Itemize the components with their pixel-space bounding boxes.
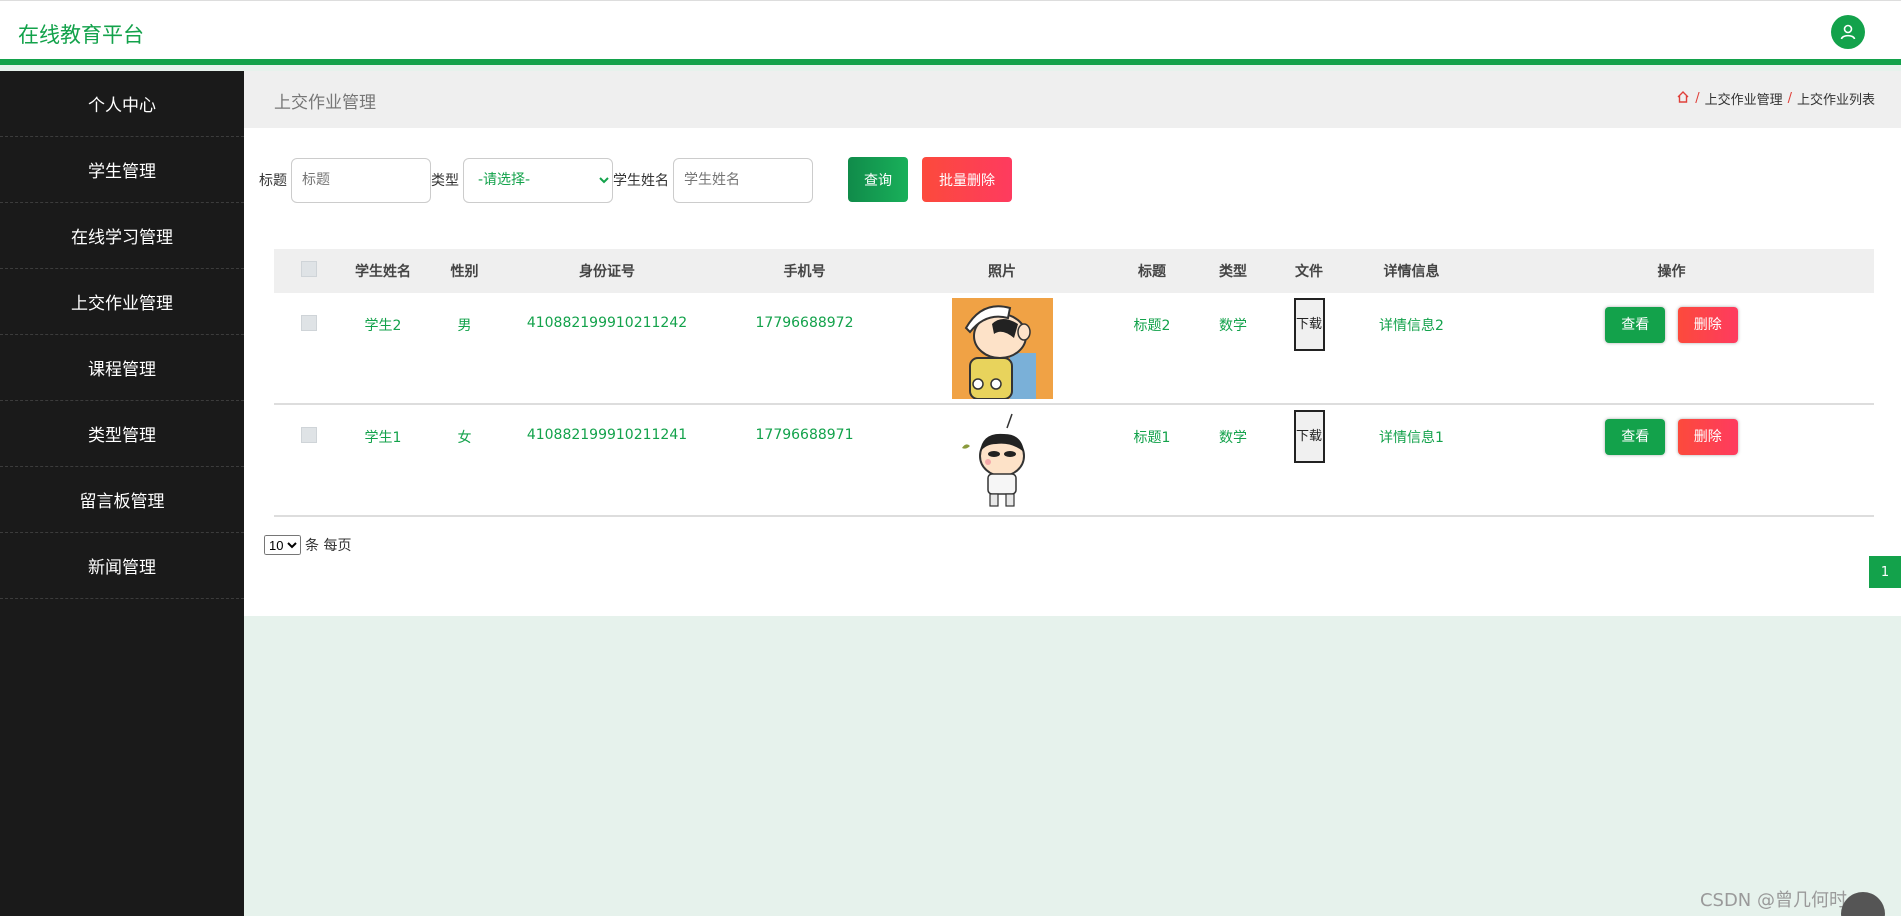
sidebar-item-message-board[interactable]: 留言板管理 bbox=[0, 467, 244, 533]
title-search-input[interactable] bbox=[291, 157, 431, 203]
cell-title: 标题1 bbox=[1133, 430, 1171, 446]
main-content: 上交作业管理 / 上交作业管理 / 上交作业列表 标题 类型 -请选择- 学生姓… bbox=[244, 71, 1901, 616]
cell-detail: 详情信息2 bbox=[1379, 318, 1444, 334]
view-button[interactable]: 查看 bbox=[1605, 419, 1666, 455]
table-row: 学生2 男 410882199910211242 17796688972 标题2… bbox=[274, 293, 1874, 404]
pagination-page-1[interactable]: 1 bbox=[1869, 556, 1901, 588]
title-label: 标题 bbox=[259, 173, 287, 189]
cell-detail: 详情信息1 bbox=[1379, 430, 1444, 446]
student-photo bbox=[951, 410, 1053, 511]
breadcrumb-separator: / bbox=[1695, 91, 1700, 106]
table-row: 学生1 女 410882199910211241 17796688971 标题1… bbox=[274, 404, 1874, 516]
download-button[interactable]: 下载 bbox=[1293, 298, 1325, 351]
column-header-detail: 详情信息 bbox=[1383, 264, 1440, 280]
select-all-checkbox[interactable] bbox=[301, 261, 317, 277]
table-header-row: 学生姓名 性别 身份证号 手机号 照片 标题 类型 文件 详情信息 操作 bbox=[274, 249, 1874, 293]
cell-student-name: 学生1 bbox=[364, 430, 402, 446]
batch-delete-button[interactable]: 批量删除 bbox=[922, 157, 1012, 202]
column-header-type: 类型 bbox=[1219, 264, 1247, 280]
delete-button[interactable]: 删除 bbox=[1677, 419, 1738, 455]
student-name-label: 学生姓名 bbox=[613, 173, 669, 189]
type-select[interactable]: -请选择- bbox=[463, 157, 613, 203]
homework-table: 学生姓名 性别 身份证号 手机号 照片 标题 类型 文件 详情信息 操作 学生2… bbox=[274, 249, 1874, 517]
sidebar-item-course-management[interactable]: 课程管理 bbox=[0, 335, 244, 401]
sidebar-item-personal-center[interactable]: 个人中心 bbox=[0, 71, 244, 137]
column-header-id-card: 身份证号 bbox=[579, 264, 635, 280]
sidebar-item-type-management[interactable]: 类型管理 bbox=[0, 401, 244, 467]
row-checkbox[interactable] bbox=[301, 315, 317, 331]
breadcrumb-separator: / bbox=[1787, 91, 1792, 106]
query-button[interactable]: 查询 bbox=[848, 157, 908, 202]
cell-type: 数学 bbox=[1219, 318, 1247, 334]
cell-phone: 17796688971 bbox=[755, 427, 854, 443]
page-title: 上交作业管理 bbox=[274, 93, 376, 113]
sidebar-item-student-management[interactable]: 学生管理 bbox=[0, 137, 244, 203]
cell-id-card: 410882199910211241 bbox=[526, 427, 688, 443]
download-button[interactable]: 下载 bbox=[1293, 410, 1325, 463]
breadcrumb-item-list: 上交作业列表 bbox=[1796, 93, 1875, 108]
cell-gender: 男 bbox=[457, 318, 472, 334]
user-icon[interactable] bbox=[1831, 15, 1865, 49]
column-header-photo: 照片 bbox=[988, 264, 1016, 280]
brand-title: 在线教育平台 bbox=[18, 23, 144, 47]
sidebar-item-online-learning[interactable]: 在线学习管理 bbox=[0, 203, 244, 269]
column-header-phone: 手机号 bbox=[783, 264, 826, 280]
type-label: 类型 bbox=[431, 173, 459, 189]
page-size-select[interactable]: 10 bbox=[264, 535, 301, 555]
sidebar-item-homework-submission[interactable]: 上交作业管理 bbox=[0, 269, 244, 335]
top-header: 在线教育平台 bbox=[0, 0, 1901, 65]
view-button[interactable]: 查看 bbox=[1605, 307, 1666, 343]
column-header-actions: 操作 bbox=[1657, 264, 1686, 280]
column-header-file: 文件 bbox=[1295, 264, 1323, 280]
sidebar-item-news-management[interactable]: 新闻管理 bbox=[0, 533, 244, 599]
search-form: 标题 类型 -请选择- 学生姓名 bbox=[259, 157, 813, 203]
title-bar: 上交作业管理 / 上交作业管理 / 上交作业列表 bbox=[244, 71, 1901, 128]
watermark: CSDN @曾几何时… bbox=[1699, 890, 1865, 911]
student-name-search-input[interactable] bbox=[673, 157, 813, 203]
sidebar: 个人中心 学生管理 在线学习管理 上交作业管理 课程管理 类型管理 留言板管理 … bbox=[0, 71, 244, 916]
cell-title: 标题2 bbox=[1133, 318, 1171, 334]
page-size-suffix: 条 每页 bbox=[305, 538, 352, 554]
cell-student-name: 学生2 bbox=[364, 318, 402, 334]
breadcrumb: / 上交作业管理 / 上交作业列表 bbox=[1676, 89, 1875, 108]
column-header-gender: 性别 bbox=[450, 264, 479, 280]
cell-id-card: 410882199910211242 bbox=[526, 315, 688, 331]
cell-type: 数学 bbox=[1219, 430, 1247, 446]
breadcrumb-item-homework[interactable]: 上交作业管理 bbox=[1705, 89, 1783, 108]
delete-button[interactable]: 删除 bbox=[1677, 307, 1738, 343]
row-checkbox[interactable] bbox=[301, 427, 317, 443]
student-photo bbox=[951, 298, 1053, 400]
page-size-control: 10 条 每页 bbox=[264, 535, 351, 555]
column-header-name: 学生姓名 bbox=[355, 264, 411, 280]
column-header-title: 标题 bbox=[1138, 264, 1166, 280]
cell-gender: 女 bbox=[457, 430, 472, 446]
home-icon[interactable] bbox=[1676, 90, 1690, 108]
cell-phone: 17796688972 bbox=[755, 315, 854, 331]
